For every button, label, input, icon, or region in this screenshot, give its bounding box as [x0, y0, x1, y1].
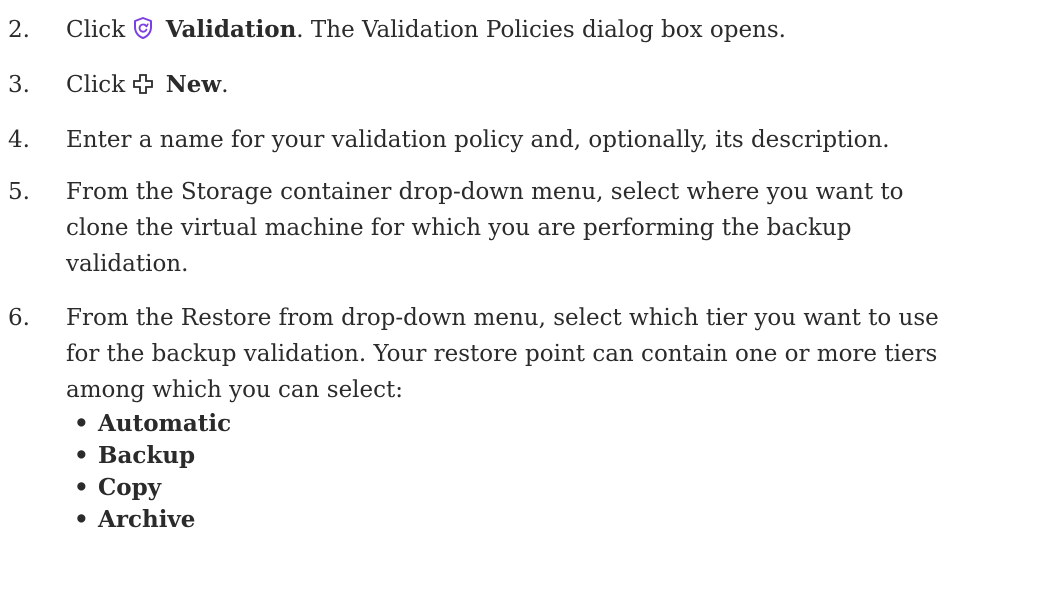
step-number: 4.	[8, 127, 30, 153]
step-text-line: From the Storage container drop-down men…	[66, 179, 904, 205]
step-text-line: From the Restore from drop-down menu, se…	[66, 305, 939, 331]
step-text-suffix: .	[221, 72, 229, 98]
step-text-line: validation.	[66, 251, 189, 277]
step-text-prefix: Click	[66, 72, 126, 98]
list-item: Copy	[66, 472, 1056, 504]
step-text-prefix: Click	[66, 17, 126, 43]
step-5: 5. From the Storage container drop-down …	[0, 174, 1056, 282]
step-2: 2. Click Validation. The Validation Poli…	[0, 12, 1056, 51]
step-number: 2.	[8, 17, 30, 43]
validation-label: Validation	[165, 16, 297, 43]
step-text-suffix: . The Validation Policies dialog box ope…	[296, 17, 786, 43]
step-number: 3.	[8, 72, 30, 98]
list-item: Automatic	[66, 408, 1056, 440]
step-text-line: clone the virtual machine for which you …	[66, 215, 852, 241]
tier-list: Automatic Backup Copy Archive	[66, 408, 1056, 536]
step-text-line: among which you can select:	[66, 377, 404, 403]
step-text-line: for the backup validation. Your restore …	[66, 341, 938, 367]
step-3: 3. Click New.	[0, 67, 1056, 106]
step-text: Enter a name for your validation policy …	[66, 127, 890, 153]
list-item: Archive	[66, 504, 1056, 536]
step-number: 6.	[8, 305, 30, 331]
step-4: 4. Enter a name for your validation poli…	[0, 122, 1056, 158]
validation-shield-icon	[132, 15, 154, 51]
plus-icon	[132, 70, 154, 106]
step-6: 6. From the Restore from drop-down menu,…	[0, 300, 1056, 536]
step-number: 5.	[8, 179, 30, 205]
new-label: New	[165, 71, 222, 98]
list-item: Backup	[66, 440, 1056, 472]
